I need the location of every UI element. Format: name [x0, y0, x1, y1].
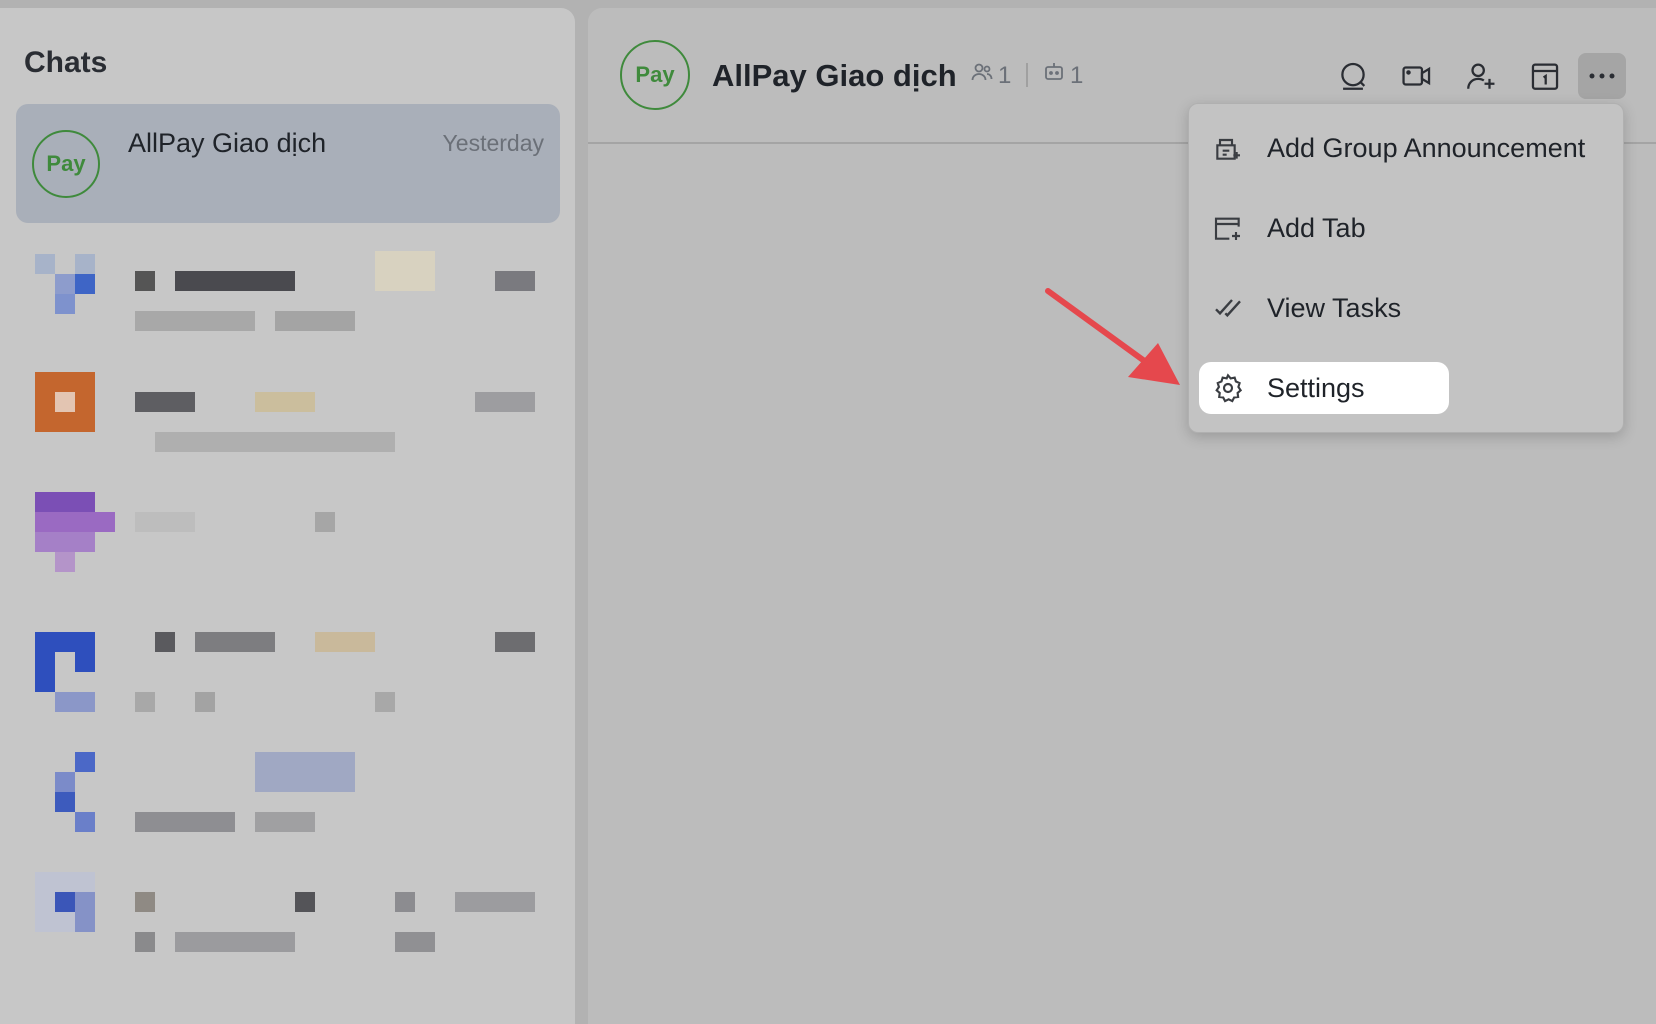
menu-item-label: View Tasks — [1267, 292, 1402, 323]
avatar — [35, 752, 95, 832]
list-item[interactable] — [0, 736, 575, 846]
avatar — [35, 492, 115, 572]
list-item[interactable] — [0, 476, 575, 586]
bots-count[interactable]: 1 — [1042, 60, 1083, 91]
sidebar-title: Chats — [24, 46, 108, 79]
annotation-arrow — [1045, 288, 1180, 385]
chat-list-sidebar: Chats Pay AllPay Giao dịch Yesterday — [0, 8, 575, 1024]
menu-item-add-group-announcement[interactable]: Add Group Announcement — [1199, 122, 1585, 174]
menu-item-label: Add Tab — [1267, 212, 1366, 243]
divider — [1026, 63, 1028, 87]
members-count[interactable]: 1 — [970, 60, 1011, 91]
list-item[interactable] — [0, 236, 575, 346]
menu-item-label: Add Group Announcement — [1267, 132, 1586, 163]
avatar — [35, 632, 95, 712]
more-options-menu: Add Group Announcement Add Tab View Task… — [1188, 103, 1624, 433]
menu-item-add-tab[interactable]: Add Tab — [1199, 202, 1366, 254]
avatar — [35, 254, 95, 314]
more-icon[interactable] — [1578, 53, 1626, 99]
calendar-icon[interactable] — [1524, 55, 1566, 97]
video-call-icon[interactable] — [1396, 55, 1438, 97]
announcement-icon — [1211, 131, 1245, 165]
group-avatar[interactable]: Pay — [620, 40, 690, 110]
menu-item-settings[interactable]: Settings — [1199, 362, 1449, 414]
bot-icon — [1042, 60, 1066, 91]
avatar — [35, 372, 95, 432]
gear-icon — [1211, 371, 1245, 405]
avatar — [35, 872, 95, 932]
search-icon[interactable] — [1332, 55, 1374, 97]
tasks-icon — [1211, 291, 1245, 325]
bots-count-value: 1 — [1070, 61, 1084, 89]
list-item[interactable] — [0, 856, 575, 966]
add-tab-icon — [1211, 211, 1245, 245]
list-item[interactable] — [0, 356, 575, 466]
list-item[interactable] — [0, 596, 575, 716]
chat-list-item-active[interactable]: Pay AllPay Giao dịch Yesterday — [16, 104, 560, 223]
menu-item-label: Settings — [1267, 372, 1365, 403]
menu-item-view-tasks[interactable]: View Tasks — [1199, 282, 1401, 334]
chat-timestamp: Yesterday — [442, 130, 544, 156]
members-icon — [970, 60, 994, 91]
chat-avatar: Pay — [32, 130, 100, 198]
add-member-icon[interactable] — [1460, 55, 1502, 97]
members-count-value: 1 — [998, 61, 1012, 89]
chat-title[interactable]: AllPay Giao dịch — [712, 58, 957, 94]
chat-name: AllPay Giao dịch — [128, 128, 327, 158]
